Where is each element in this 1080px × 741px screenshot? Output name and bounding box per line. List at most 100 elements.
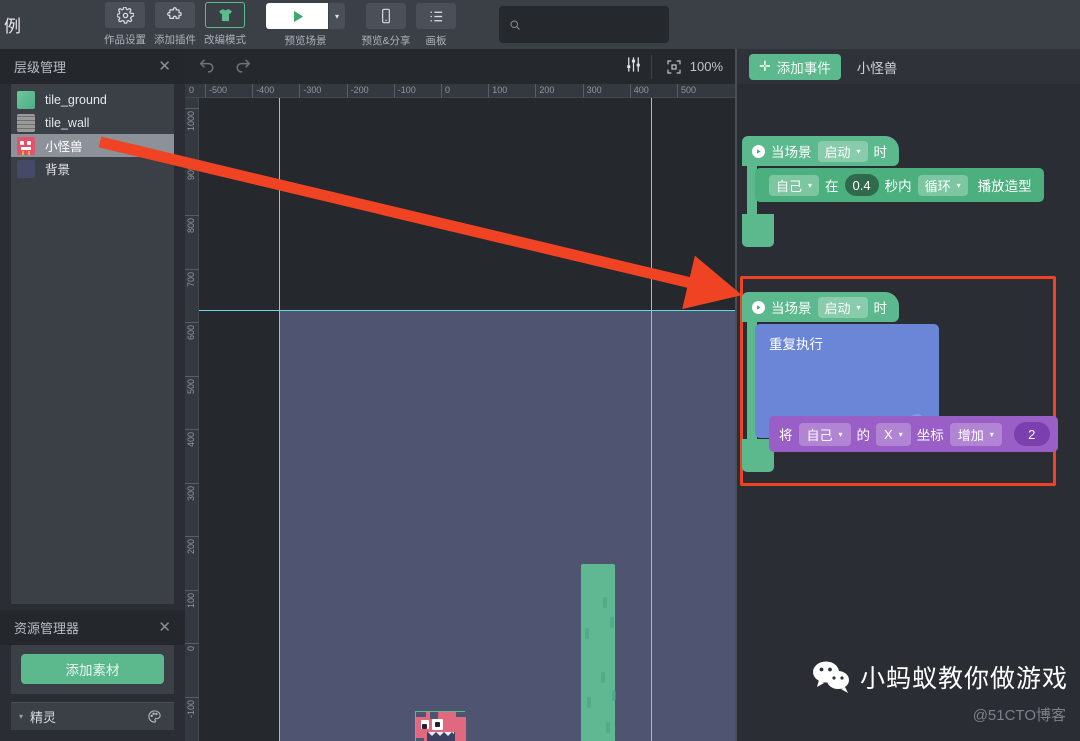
- left-sidebar: 层级管理 ✕ tile_ground tile_wall 小怪兽 背景 资源管理…: [0, 49, 185, 741]
- add-plugin-button[interactable]: 添加插件: [152, 0, 198, 47]
- ruler-label: 0: [445, 85, 451, 95]
- unit-label: 秒内: [884, 179, 912, 194]
- script2-target-dropdown[interactable]: 自己 ▾: [798, 422, 851, 446]
- ruler-tick: [441, 84, 442, 98]
- word-of: 的: [856, 428, 871, 443]
- app-title: 例: [4, 17, 21, 36]
- layer-panel-header: 层级管理 ✕: [0, 49, 185, 84]
- close-icon[interactable]: ✕: [158, 620, 171, 635]
- puzzle-icon: [155, 2, 195, 28]
- horizontal-ruler[interactable]: 0 -500 -400 -300 -200 -100 0 100 200 300 400 500: [185, 84, 735, 98]
- panel-button[interactable]: 画板: [413, 1, 459, 48]
- script2-value-input[interactable]: 2: [1013, 422, 1050, 446]
- list-icon: [416, 3, 456, 29]
- sprite-section-header[interactable]: ▾ 精灵: [11, 702, 174, 730]
- chevron-down-icon: ▾: [334, 11, 339, 21]
- ruler-tick: [535, 84, 537, 98]
- ruler-label: 300: [186, 485, 196, 501]
- script2-axis-dropdown[interactable]: X ▾: [876, 422, 911, 446]
- blocks-target-name: 小怪兽: [856, 60, 898, 76]
- layer-label: 小怪兽: [45, 140, 83, 154]
- script2-operation-dropdown[interactable]: 增加 ▾: [949, 422, 1002, 446]
- sliders-icon[interactable]: [624, 55, 643, 79]
- preview-share-label: 预览&分享: [361, 35, 411, 47]
- stage-canvas[interactable]: [199, 98, 735, 741]
- script2-hat-block[interactable]: 当场景 启动 ▾ 时: [742, 292, 900, 322]
- add-plugin-label: 添加插件: [154, 34, 196, 46]
- script1-foot: [742, 214, 774, 247]
- tile-ground-thumb: [17, 90, 35, 109]
- script2-event-dropdown[interactable]: 启动 ▾: [817, 296, 868, 318]
- ruler-label: 600: [186, 325, 196, 341]
- chevron-down-icon: ▾: [989, 429, 994, 439]
- ruler-tick: [185, 643, 199, 644]
- preview-share-button[interactable]: 预览&分享: [361, 1, 411, 48]
- layer-list: tile_ground tile_wall 小怪兽 背景: [11, 84, 174, 604]
- vertical-ruler[interactable]: 10009008007006005004003002001000-100-200: [185, 98, 199, 741]
- add-asset-button[interactable]: 添加素材: [21, 654, 164, 684]
- palette-icon[interactable]: [147, 709, 162, 724]
- script1-event-dropdown[interactable]: 启动 ▾: [817, 140, 868, 162]
- ruler-label: 200: [539, 85, 555, 95]
- ruler-label: -200: [350, 85, 369, 95]
- ruler-label: 800: [186, 218, 196, 234]
- project-settings-button[interactable]: 作品设置: [102, 0, 148, 47]
- script2-change-coord-block[interactable]: 将 自己 ▾ 的 X ▾ 坐标 增加 ▾ 2: [769, 416, 1058, 452]
- ruler-label: 400: [186, 432, 196, 448]
- ruler-tick: [252, 84, 254, 98]
- sidebar-layer-monster[interactable]: 小怪兽: [11, 134, 174, 157]
- add-event-button[interactable]: ✛ 添加事件: [749, 53, 841, 80]
- add-event-label: 添加事件: [776, 60, 831, 76]
- ruler-tick: [393, 84, 395, 98]
- script1-play-costume-block[interactable]: 自己 ▾ 在 0.4 秒内 循环 ▾ 播放造型: [755, 168, 1044, 202]
- ruler-label: -300: [303, 85, 322, 95]
- adapt-mode-label: 改编模式: [204, 34, 246, 46]
- chevron-down-icon: ▾: [956, 180, 961, 190]
- layer-panel-title: 层级管理: [14, 60, 67, 75]
- preview-scene-button[interactable]: [266, 3, 328, 29]
- pillar-sprite[interactable]: [581, 564, 616, 741]
- redo-icon[interactable]: [233, 54, 253, 79]
- monster-thumb: [17, 136, 35, 155]
- project-settings-label: 作品设置: [104, 34, 146, 46]
- script1-mode-dropdown[interactable]: 循环 ▾: [917, 174, 968, 196]
- ruler-tick: [185, 108, 199, 109]
- adapt-mode-button[interactable]: 改编模式: [202, 0, 248, 47]
- canvas-toolbar: 100%: [185, 49, 735, 84]
- sidebar-layer-background[interactable]: 背景: [11, 157, 174, 180]
- zoom-control[interactable]: 100%: [650, 54, 723, 79]
- script1-duration-input[interactable]: 0.4: [844, 174, 879, 196]
- search-box[interactable]: [499, 6, 669, 43]
- preview-dropdown-button[interactable]: ▾: [329, 3, 345, 29]
- undo-icon[interactable]: [197, 54, 217, 79]
- layer-label: tile_wall: [45, 115, 90, 130]
- blocks-canvas[interactable]: 当场景 启动 ▾ 时 自己 ▾ 在 0.4 秒内 循环 ▾ 播放造型 当场景 启…: [737, 84, 1080, 741]
- watermark: 小蚂蚁教你做游戏: [812, 659, 1068, 695]
- script1-hat-block[interactable]: 当场景 启动 ▾ 时: [742, 136, 900, 166]
- event-play-icon: [752, 300, 765, 314]
- sidebar-layer-tile-wall[interactable]: tile_wall: [11, 111, 174, 134]
- hat-prefix: 当场景: [771, 301, 812, 316]
- ruler-label: 500: [186, 378, 196, 394]
- close-icon[interactable]: ✕: [158, 59, 171, 74]
- ruler-label: 0: [189, 85, 195, 95]
- chevron-down-icon: ▾: [856, 302, 861, 312]
- guide-line-right: [651, 98, 652, 741]
- script1-target-dropdown[interactable]: 自己 ▾: [769, 174, 820, 196]
- chevron-down-icon: ▾: [898, 429, 903, 439]
- ruler-tick: [185, 322, 199, 323]
- dropdown-value: 启动: [824, 144, 851, 160]
- sidebar-layer-tile-ground[interactable]: tile_ground: [11, 88, 174, 111]
- monster-sprite[interactable]: [415, 711, 466, 741]
- search-input[interactable]: [529, 17, 659, 32]
- word-coord: 坐标: [916, 428, 944, 443]
- ruler-label: 1000: [186, 111, 196, 132]
- phone-icon: [366, 3, 406, 29]
- ruler-tick: [346, 84, 348, 98]
- ruler-tick: [185, 589, 199, 591]
- tile-wall-thumb: [17, 113, 35, 132]
- ruler-label: 400: [633, 85, 649, 95]
- layer-label: 背景: [45, 163, 71, 177]
- background-thumb: [17, 159, 35, 178]
- ruler-tick: [185, 536, 199, 537]
